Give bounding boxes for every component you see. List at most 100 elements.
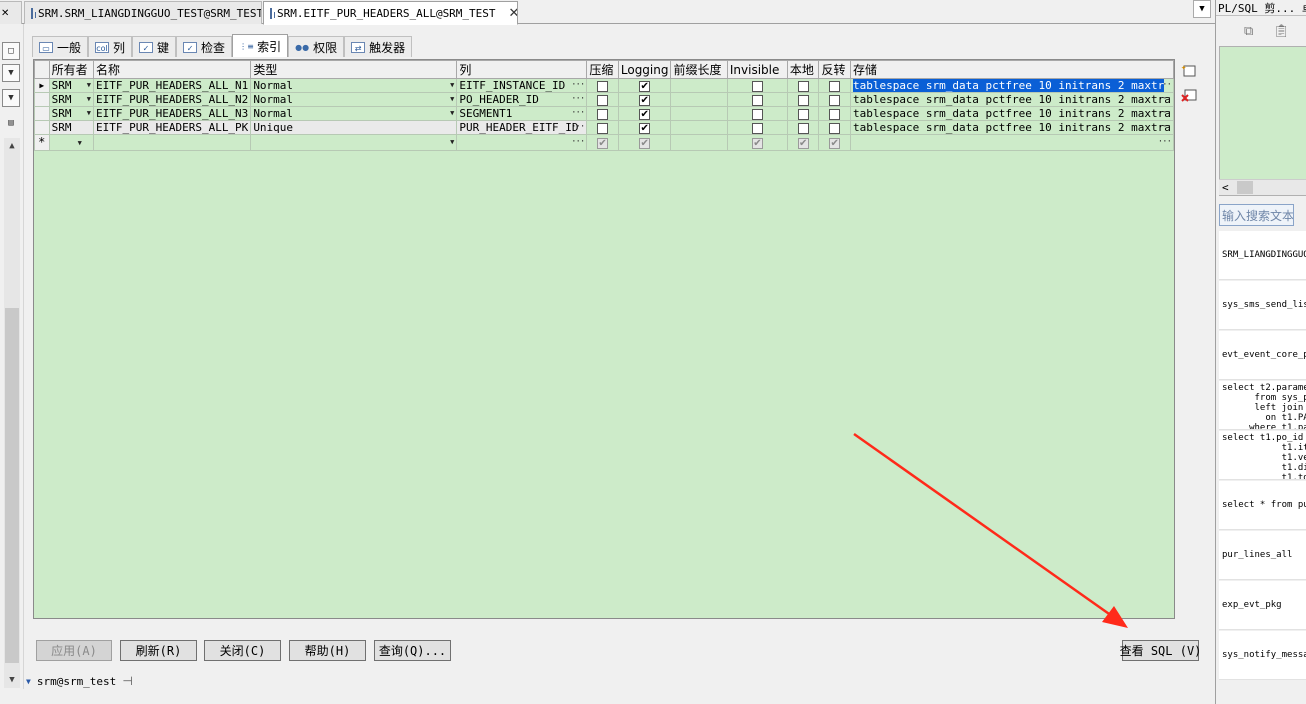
cell-owner[interactable]: ▼ SRM: [48, 78, 94, 93]
checkbox-logging[interactable]: ✔: [639, 80, 651, 92]
checkbox-local[interactable]: [797, 80, 809, 92]
checkbox-invisible[interactable]: ✔: [751, 137, 763, 149]
cell-compress[interactable]: [586, 92, 619, 107]
cell-local[interactable]: ✔: [786, 134, 820, 151]
cell-type[interactable]: ▼ Normal: [250, 92, 458, 107]
tab-checks[interactable]: ✓ 检查: [176, 36, 233, 57]
cell-logging[interactable]: ✔: [617, 134, 672, 151]
cell-compress[interactable]: [586, 120, 619, 135]
snippet-item[interactable]: SRM_LIANGDINGGUO_: [1219, 231, 1306, 280]
cell-logging[interactable]: ✔: [617, 106, 672, 121]
checkbox-logging[interactable]: ✔: [639, 122, 651, 134]
ellipsis-icon[interactable]: ···: [571, 136, 585, 149]
column-header-prefix-length[interactable]: 前缀长度: [670, 60, 728, 79]
cell-column[interactable]: ··· PO_HEADER_ID: [456, 92, 588, 107]
close-button[interactable]: 关闭(C): [204, 640, 281, 661]
cell-invisible[interactable]: [726, 78, 788, 93]
ellipsis-icon[interactable]: ···: [571, 108, 585, 120]
cell-column[interactable]: ··· SEGMENT1: [456, 106, 588, 121]
help-button[interactable]: 帮助(H): [289, 640, 366, 661]
checkbox-logging[interactable]: ✔: [639, 137, 651, 149]
checkbox-local[interactable]: ✔: [797, 137, 809, 149]
tab-eitf-pur-headers-all[interactable]: SRM.EITF_PUR_HEADERS_ALL@SRM_TEST ✕: [263, 1, 518, 25]
cell-type[interactable]: ▼: [250, 134, 458, 151]
cell-name[interactable]: [92, 134, 252, 151]
tab-columns[interactable]: col 列: [88, 36, 133, 57]
cell-local[interactable]: [786, 106, 820, 121]
checkbox-compress[interactable]: [597, 122, 609, 134]
cell-type[interactable]: ▼ Normal: [250, 106, 458, 121]
copy-icon[interactable]: ⧉: [1244, 24, 1253, 39]
column-header-logging[interactable]: Logging: [617, 60, 672, 79]
checkbox-invisible[interactable]: [751, 80, 763, 92]
row-indicator[interactable]: [34, 120, 50, 135]
cell-storage[interactable]: ··· tablespace srm_data pctfree 10 initra…: [850, 106, 1174, 121]
cell-type[interactable]: Unique: [250, 120, 458, 135]
chevron-down-icon[interactable]: ▼: [2, 64, 20, 82]
cell-storage[interactable]: ··· tablespace srm_data pctfree 10 initra…: [850, 78, 1174, 93]
cell-name[interactable]: EITF_PUR_HEADERS_ALL_N3: [92, 106, 252, 121]
checkbox-compress[interactable]: [597, 108, 609, 120]
chevron-left-icon[interactable]: <: [1222, 181, 1229, 194]
connection-label[interactable]: srm@srm_test: [37, 675, 116, 688]
snippet-item[interactable]: sys_notify_messag: [1219, 631, 1306, 680]
cell-reverse[interactable]: [818, 78, 852, 93]
snippet-item[interactable]: evt_event_core_pk: [1219, 331, 1306, 380]
cell-name[interactable]: EITF_PUR_HEADERS_ALL_PK: [92, 120, 252, 135]
chevron-down-icon[interactable]: ▼: [450, 136, 454, 149]
tab-triggers[interactable]: ⇄ 触发器: [344, 36, 413, 57]
checkbox-reverse[interactable]: [829, 94, 841, 106]
checkbox-invisible[interactable]: [751, 122, 763, 134]
cell-local[interactable]: [786, 92, 820, 107]
cell-logging[interactable]: ✔: [617, 78, 672, 93]
chevron-down-icon[interactable]: ▼: [78, 139, 82, 147]
cell-invisible[interactable]: [726, 92, 788, 107]
cell-storage[interactable]: ··· tablespace srm_data pctfree 10 initra…: [850, 92, 1174, 107]
cell-storage[interactable]: ···: [850, 134, 1174, 151]
snippet-item[interactable]: select * from pur: [1219, 481, 1306, 530]
chevron-down-icon[interactable]: ▼: [450, 80, 454, 92]
table-row[interactable]: ▶ ▼ SRM EITF_PUR_HEADERS_ALL_N1 ▼ Normal ··· EI…: [34, 78, 1174, 93]
chevron-down-icon[interactable]: ▼: [87, 80, 91, 92]
checkbox-logging[interactable]: ✔: [639, 108, 651, 120]
cell-prefix-length[interactable]: [670, 106, 728, 121]
snippet-item[interactable]: exp_evt_pkg: [1219, 581, 1306, 630]
scrollbar-thumb[interactable]: [1237, 181, 1253, 194]
column-header-invisible[interactable]: Invisible: [726, 60, 788, 79]
checkbox-local[interactable]: [797, 122, 809, 134]
cell-prefix-length[interactable]: [670, 120, 728, 135]
ellipsis-icon[interactable]: ···: [571, 94, 585, 106]
checkbox-local[interactable]: [797, 94, 809, 106]
cell-reverse[interactable]: [818, 106, 852, 121]
checkbox-compress[interactable]: [597, 80, 609, 92]
chevron-down-icon[interactable]: ▼: [1193, 0, 1211, 18]
column-header-type[interactable]: 类型: [250, 60, 458, 79]
column-header-owner[interactable]: 所有者: [48, 60, 94, 79]
view-sql-button[interactable]: 查看 SQL (V): [1120, 640, 1201, 661]
chevron-down-icon[interactable]: ▼: [87, 94, 91, 106]
index-grid[interactable]: 所有者 名称 类型 列 压缩 Logging 前缀长度 Invisible 本地…: [33, 59, 1175, 619]
cell-owner[interactable]: ▼ SRM: [48, 92, 94, 107]
checkbox-reverse[interactable]: [829, 80, 841, 92]
cell-local[interactable]: [786, 78, 820, 93]
checkbox-reverse[interactable]: ✔: [829, 137, 841, 149]
cell-invisible[interactable]: [726, 120, 788, 135]
chevron-down-icon[interactable]: ▼: [2, 89, 20, 107]
cell-type[interactable]: ▼ Normal: [250, 78, 458, 93]
checkbox-local[interactable]: [797, 108, 809, 120]
close-icon[interactable]: ✕: [1, 8, 9, 19]
tab-privileges[interactable]: ●● 权限: [288, 36, 345, 57]
snippet-item[interactable]: pur_lines_all: [1219, 531, 1306, 580]
chevron-up-icon[interactable]: ▲: [4, 138, 20, 154]
horizontal-scrollbar[interactable]: <: [1219, 179, 1306, 195]
cell-invisible[interactable]: [726, 106, 788, 121]
column-header-compress[interactable]: 压缩: [586, 60, 619, 79]
ellipsis-icon[interactable]: ···: [571, 80, 585, 92]
cell-column[interactable]: ···: [456, 134, 588, 151]
new-document-icon[interactable]: ▤: [2, 114, 20, 132]
cell-reverse[interactable]: ✔: [818, 134, 852, 151]
table-row[interactable]: ▼ SRM EITF_PUR_HEADERS_ALL_N3 ▼ Normal ··· SEG…: [34, 106, 1174, 121]
cell-column[interactable]: ··· PUR_HEADER_EITF_ID: [456, 120, 588, 135]
checkbox-compress[interactable]: ✔: [597, 137, 609, 149]
cell-owner[interactable]: ▼: [48, 134, 94, 151]
